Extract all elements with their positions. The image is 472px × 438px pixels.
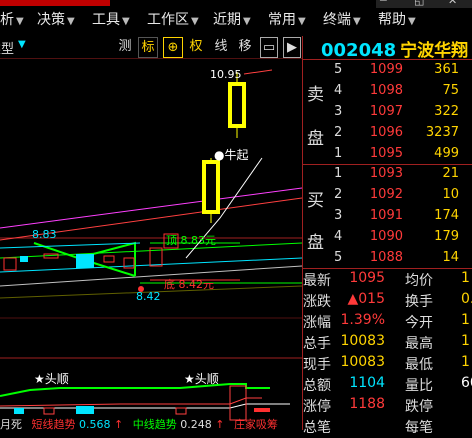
title-strip	[0, 0, 110, 6]
indicator-bar	[43, 407, 55, 415]
ma-line-magenta	[0, 187, 302, 229]
indicator-bar	[175, 407, 187, 415]
line-button[interactable]: 线	[212, 37, 230, 56]
status-prefix: 月死	[0, 418, 22, 430]
minimize-icon[interactable]: ─	[380, 0, 387, 7]
menu-tools[interactable]: 工具 ▼	[92, 9, 130, 29]
buy-row[interactable]: 4 1090 179	[303, 229, 472, 251]
up-arrow-icon: ↑	[114, 418, 124, 430]
menu-help[interactable]: 帮助 ▼	[378, 9, 416, 29]
candle	[103, 255, 115, 263]
menu-favorites[interactable]: 常用 ▼	[268, 9, 306, 29]
indicator-status-bar: 月死 短线趋势 0.568 ↑ 中线趋势 0.248 ↑ 庄家吸筹	[0, 416, 302, 430]
menu-workspace[interactable]: 工作区 ▼	[147, 9, 199, 29]
divider	[303, 268, 472, 269]
quote-panel: 002048 宁波华翔 卖 盘 5 1099 361 4 1098 75 3 1097 322…	[302, 36, 472, 436]
candle	[76, 254, 94, 268]
restore-icon[interactable]: ◱	[414, 0, 424, 7]
candle	[20, 256, 28, 262]
chart-type-label[interactable]: 类型	[0, 38, 14, 57]
menu-decision[interactable]: 决策 ▼	[37, 9, 75, 29]
indicator-bar	[76, 406, 94, 414]
divider	[303, 164, 472, 165]
high-pointer	[243, 69, 273, 75]
menu-analysis[interactable]: 分析▼	[0, 9, 24, 29]
sell-row[interactable]: 5 1099 361	[303, 62, 472, 84]
stock-title: 002048 宁波华翔	[321, 36, 468, 61]
high-price-label: 10.95	[210, 68, 242, 81]
left-low-label: 8.42	[136, 290, 161, 303]
pattern-label-1: ★头顺	[34, 372, 69, 386]
sell-row[interactable]: 4 1098 75	[303, 83, 472, 105]
ma-line-cyan	[0, 257, 302, 273]
chart-toolbar: 类型 ▼ 测 标 ⊕ 权 线 移 ▭ ▶	[0, 36, 302, 58]
quote-row-amount: 总额1104量比60	[303, 375, 472, 394]
menu-terminal[interactable]: 终端 ▼	[323, 9, 361, 29]
quote-row-trades: 总笔 每笔	[303, 420, 433, 436]
chevron-down-icon[interactable]: ▼	[18, 39, 26, 50]
move-button[interactable]: 移	[236, 37, 254, 56]
quote-row-limit: 涨停 1188 跌停	[303, 396, 433, 415]
rights-button[interactable]: 权	[187, 37, 205, 56]
kline-chart[interactable]: 10.95 ●牛起 顶 8.83元 底 8.42元 8.83 8.42 ★头顺 …	[0, 58, 302, 430]
measure-button[interactable]: 测	[116, 37, 134, 56]
stock-name: 宁波华翔	[400, 41, 469, 61]
quote-row-volume: 总手 10083 最高 1	[303, 333, 470, 352]
window-controls: ─ ◱ ✕	[376, 0, 472, 8]
bull-signal-label: ●牛起	[214, 148, 249, 162]
buy-row[interactable]: 1 1093 21	[303, 166, 472, 188]
menu-recent[interactable]: 近期 ▼	[213, 9, 251, 29]
stock-code: 002048	[321, 40, 397, 61]
mid-trend-value: 0.248	[180, 418, 212, 430]
left-high-label: 8.83	[32, 228, 57, 241]
quote-row-change: 涨跌▲015换手0.	[303, 291, 472, 310]
ma-line-green	[0, 242, 302, 259]
window-icon[interactable]: ▭	[260, 37, 278, 58]
sell-row[interactable]: 2 1096 3237	[303, 125, 472, 147]
zoom-icon[interactable]: ⊕	[163, 37, 183, 58]
indicator-line-red	[0, 397, 262, 407]
candle	[3, 257, 17, 271]
sell-row[interactable]: 3 1097 322	[303, 104, 472, 126]
close-icon[interactable]: ✕	[448, 0, 457, 7]
buy-row[interactable]: 2 1092 10	[303, 187, 472, 209]
bottom-price-label: 底 8.42元	[164, 278, 214, 291]
pattern-label-2: ★头顺	[184, 372, 219, 386]
quote-row-last: 最新 1095 均价 1	[303, 270, 470, 289]
mark-button[interactable]: 标	[138, 37, 158, 58]
indicator-bar	[14, 408, 24, 414]
mid-trend-label: 中线趋势	[132, 418, 177, 430]
candle-limit-up	[228, 82, 246, 128]
menu-bar: 分析▼ 决策▼ 工具▼ 工作区▼ 近期▼ 常用▼ 终端▼ 帮助▼ ─ ◱ ✕	[0, 0, 472, 36]
up-arrow-icon: ↑	[215, 418, 225, 430]
divider	[303, 59, 472, 60]
short-trend-label: 短线趋势	[31, 418, 76, 430]
short-trend-value: 0.568	[79, 418, 111, 430]
accumulation-label: 庄家吸筹	[233, 418, 278, 430]
buy-row[interactable]: 3 1091 174	[303, 208, 472, 230]
play-icon[interactable]: ▶	[283, 37, 301, 58]
quote-row-current: 现手 10083 最低 1	[303, 354, 470, 373]
top-price-label: 顶 8.83元	[166, 234, 216, 247]
quote-row-pct: 涨幅 1.39% 今开 1	[303, 312, 470, 331]
candle-limit-up	[202, 160, 220, 214]
indicator-bar	[254, 408, 270, 412]
